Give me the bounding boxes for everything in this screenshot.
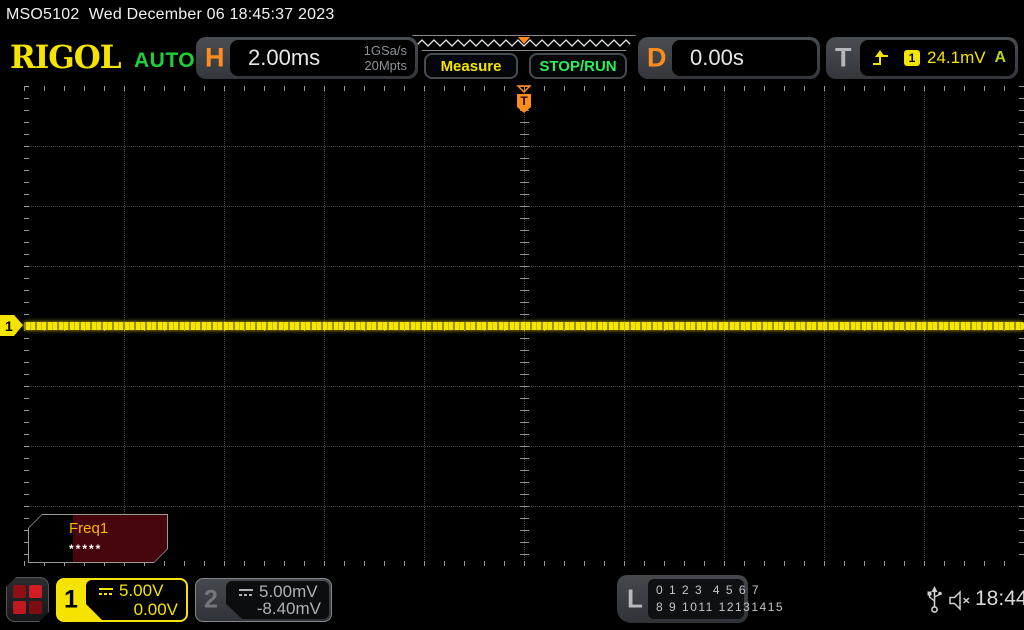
freq1-measurement-box[interactable]: Freq1 ***** xyxy=(29,515,167,562)
trigger-label: T xyxy=(835,42,852,73)
usb-icon xyxy=(927,586,942,613)
logic-channels-panel: 0 1 2 3 4 5 6 7 8 9 1011 12131415 xyxy=(648,579,785,619)
trigger-source-badge: 1 xyxy=(904,50,920,66)
channel1-trace[interactable] xyxy=(24,322,1024,330)
channel2-panel: 5.00mV -8.40mV xyxy=(226,581,329,619)
overview-zigzag-icon xyxy=(413,36,635,50)
dc-coupling-icon xyxy=(239,588,253,596)
channel1-panel: 5.00V 0.00V xyxy=(86,580,186,620)
trigger-position-marker[interactable]: T xyxy=(513,85,535,115)
horizontal-label: H xyxy=(205,42,225,73)
logic-row-1: 0 1 2 3 4 5 6 7 xyxy=(656,583,761,597)
channel2-status-block[interactable]: 2 5.00mV -8.40mV xyxy=(195,578,332,622)
oscilloscope-screen: MSO5102 Wed December 06 18:45:37 2023 RI… xyxy=(0,0,1024,630)
delay-label: D xyxy=(647,42,667,73)
system-clock: 18:44 xyxy=(975,587,1024,610)
menu-grid-icon xyxy=(13,601,26,614)
trigger-status-badge: AUTO xyxy=(134,49,196,72)
menu-grid-icon xyxy=(13,585,26,598)
stop-run-button[interactable]: STOP/RUN xyxy=(529,53,627,79)
channel1-offset: 0.00V xyxy=(133,600,178,619)
graticule xyxy=(24,86,1024,566)
acquisition-info: 1GSa/s 20Mpts xyxy=(364,43,407,73)
channel1-scale: 5.00V xyxy=(119,581,164,600)
status-bar: MSO5102 Wed December 06 18:45:37 2023 xyxy=(6,6,334,24)
menu-grid-icon xyxy=(29,585,42,598)
channel1-level-marker[interactable]: 1 xyxy=(0,315,23,336)
stop-run-button-label: STOP/RUN xyxy=(539,57,617,75)
channel2-offset: -8.40mV xyxy=(256,599,321,618)
trigger-marker-icon: T xyxy=(516,85,532,113)
channel2-number: 2 xyxy=(204,585,218,614)
trigger-level-value: 24.1mV xyxy=(927,48,986,67)
waveform-overview-bar[interactable] xyxy=(412,35,636,51)
trigger-mode-indicator: A xyxy=(994,49,1006,66)
channel1-marker-number: 1 xyxy=(5,317,13,334)
logic-channels-block[interactable]: L 0 1 2 3 4 5 6 7 8 9 1011 12131415 xyxy=(617,575,785,623)
delay-block[interactable]: D 0.00s xyxy=(638,37,820,79)
svg-text:T: T xyxy=(520,94,528,108)
channel1-scale-row: 5.00V xyxy=(98,581,163,601)
channel1-number: 1 xyxy=(64,585,78,614)
measure-button[interactable]: Measure xyxy=(424,53,518,79)
channel1-status-block[interactable]: 1 5.00V 0.00V xyxy=(56,578,188,622)
status-spacer xyxy=(79,6,88,23)
rising-edge-icon xyxy=(873,50,888,65)
logic-row-2: 8 9 1011 12131415 xyxy=(656,600,785,614)
memory-depth: 20Mpts xyxy=(364,58,407,73)
datetime: Wed December 06 18:45:37 2023 xyxy=(88,6,335,23)
freq1-value: ***** xyxy=(69,542,103,556)
measure-button-label: Measure xyxy=(440,57,502,75)
horizontal-panel: 2.00ms 1GSa/s 20Mpts xyxy=(230,40,415,76)
trigger-panel: 1 24.1mV A xyxy=(860,40,1015,76)
menu-grid-icon xyxy=(29,601,42,614)
speaker-muted-icon xyxy=(949,590,970,611)
trigger-block[interactable]: T 1 24.1mV A xyxy=(826,37,1018,79)
freq1-label: Freq1 xyxy=(69,520,109,537)
rigol-logo: RIGOL xyxy=(10,39,122,77)
logic-label: L xyxy=(627,583,643,614)
timebase-value: 2.00ms xyxy=(248,45,321,70)
measurement-box-border: Freq1 ***** xyxy=(28,514,168,563)
trace-noise-texture xyxy=(24,322,1024,330)
function-menu-button[interactable] xyxy=(6,577,49,622)
horizontal-block[interactable]: H 2.00ms 1GSa/s 20Mpts xyxy=(196,37,418,79)
model-name: MSO5102 xyxy=(6,6,80,23)
sample-rate: 1GSa/s xyxy=(363,43,407,58)
delay-value: 0.00s xyxy=(690,45,744,70)
trigger-info-row: 1 24.1mV A xyxy=(860,40,1015,76)
dc-coupling-icon xyxy=(99,587,113,595)
delay-panel: 0.00s xyxy=(672,40,817,76)
